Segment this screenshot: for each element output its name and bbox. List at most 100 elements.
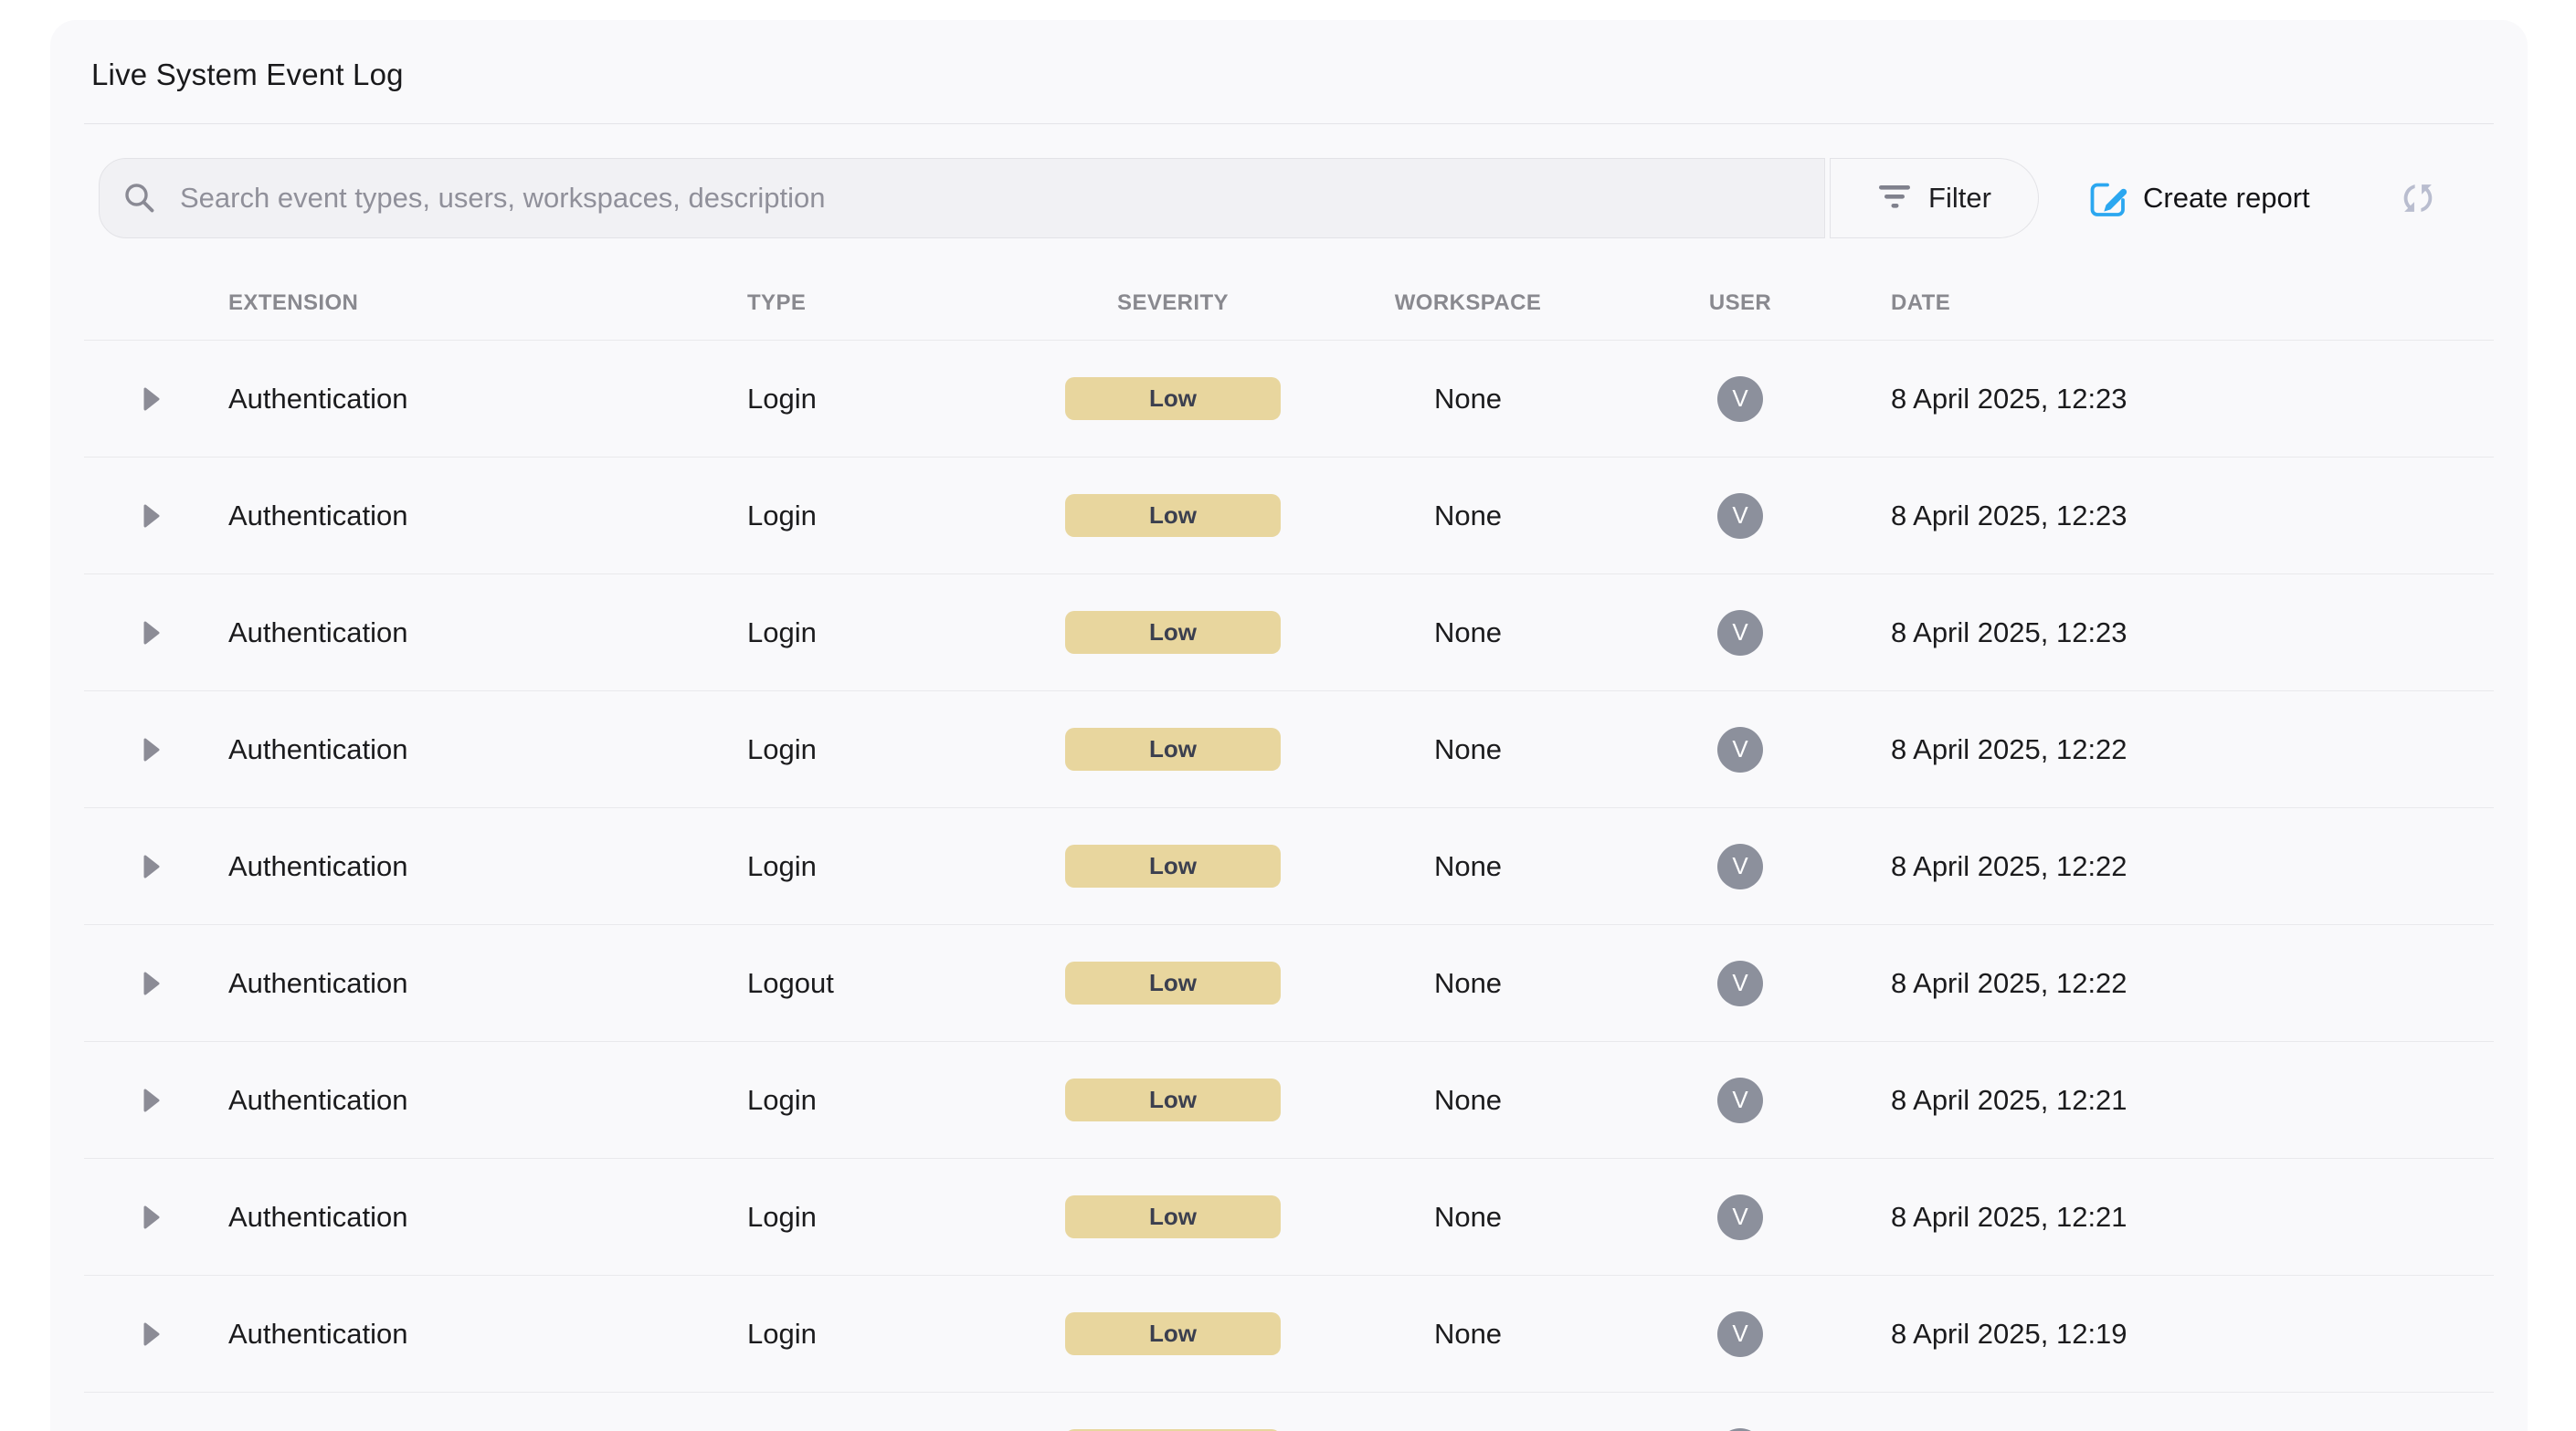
table-row[interactable]: Authentication Login Low None V 8 April … [84,573,2494,690]
cell-severity: Low [1065,611,1281,654]
table-row[interactable]: Authentication Login Low None V 8 April … [84,690,2494,807]
chevron-right-icon [142,502,162,530]
user-avatar[interactable]: V [1717,493,1763,539]
chevron-right-icon [142,736,162,763]
cell-workspace: None [1281,383,1655,416]
column-header-type: TYPE [747,290,1065,316]
user-avatar[interactable]: V [1717,727,1763,773]
cell-workspace: None [1281,1084,1655,1117]
cell-extension: Authentication [228,967,747,1000]
severity-badge: Low [1065,611,1281,654]
toolbar: Filter Create report [99,158,2479,238]
filter-button[interactable]: Filter [1830,158,2039,238]
user-avatar[interactable]: V [1717,610,1763,656]
column-header-user: USER [1655,290,1825,316]
refresh-button[interactable] [2397,177,2439,219]
expand-row-button[interactable] [142,1321,164,1348]
severity-badge: Low [1065,1195,1281,1238]
cell-extension: Authentication [228,850,747,883]
search-box [99,158,1825,238]
cell-type: Login [747,1318,1065,1351]
cell-expander [84,970,228,997]
expand-row-button[interactable] [142,970,164,997]
cell-extension: Authentication [228,383,747,416]
expand-row-button[interactable] [142,1204,164,1231]
cell-type: Login [747,850,1065,883]
cell-severity: Low [1065,962,1281,1005]
cell-user: V [1655,1311,1825,1357]
cell-severity: Low [1065,494,1281,537]
refresh-sync-icon [2397,177,2439,219]
cell-type: Login [747,500,1065,532]
cell-expander [84,1204,228,1231]
search-icon [121,180,158,216]
cell-expander [84,385,228,413]
table-row[interactable]: Authentication Login Low None V 8 April … [84,1275,2494,1392]
user-avatar[interactable]: V [1717,1078,1763,1123]
user-avatar[interactable]: V [1717,376,1763,422]
user-avatar[interactable]: V [1717,1194,1763,1240]
cell-user: V [1655,727,1825,773]
cell-user [1655,1428,1825,1431]
cell-user: V [1655,844,1825,889]
cell-workspace: None [1281,1201,1655,1234]
column-header-extension: EXTENSION [228,290,747,316]
search-input[interactable] [180,182,1806,215]
table-body: Authentication Login Low None V 8 April … [84,340,2494,1431]
user-avatar[interactable]: V [1717,1311,1763,1357]
expand-row-button[interactable] [142,385,164,413]
create-report-button[interactable]: Create report [2086,177,2310,219]
cell-extension: Authentication [228,616,747,649]
expand-row-button[interactable] [142,502,164,530]
cell-date: 8 April 2025, 12:21 [1825,1201,2494,1234]
expand-row-button[interactable] [142,853,164,880]
cell-user: V [1655,610,1825,656]
table-row[interactable]: Authentication Login Low None V 8 April … [84,1041,2494,1158]
cell-date: 8 April 2025, 12:22 [1825,850,2494,883]
severity-badge: Low [1065,1312,1281,1355]
user-avatar[interactable]: V [1717,844,1763,889]
filter-bars-icon [1877,183,1912,214]
user-avatar[interactable] [1717,1428,1763,1431]
edit-pencil-square-icon [2086,177,2128,219]
severity-badge: Low [1065,377,1281,420]
cell-extension: Authentication [228,1318,747,1351]
chevron-right-icon [142,853,162,880]
cell-date: 8 April 2025, 12:21 [1825,1084,2494,1117]
table-row[interactable]: Authentication Login Low None V 8 April … [84,807,2494,924]
table-row[interactable]: Authentication Logout Low None V 8 April… [84,924,2494,1041]
cell-type: Login [747,616,1065,649]
cell-workspace: None [1281,1318,1655,1351]
column-header-date: DATE [1825,290,2494,316]
cell-workspace: None [1281,616,1655,649]
severity-badge: Low [1065,728,1281,771]
expand-row-button[interactable] [142,1087,164,1114]
cell-severity: Low [1065,1195,1281,1238]
cell-type: Logout [747,967,1065,1000]
cell-date: 8 April 2025, 12:22 [1825,733,2494,766]
cell-expander [84,1321,228,1348]
cell-workspace: None [1281,967,1655,1000]
cell-expander [84,502,228,530]
user-avatar[interactable]: V [1717,961,1763,1006]
search-filter-group: Filter [99,158,2039,238]
cell-expander [84,736,228,763]
table-row[interactable]: Low [84,1392,2494,1431]
page-title: Live System Event Log [91,57,2528,93]
cell-type: Login [747,1201,1065,1234]
cell-type: Login [747,733,1065,766]
expand-row-button[interactable] [142,736,164,763]
cell-workspace: None [1281,733,1655,766]
table-row[interactable]: Authentication Login Low None V 8 April … [84,340,2494,457]
cell-workspace: None [1281,850,1655,883]
cell-user: V [1655,1194,1825,1240]
table-row[interactable]: Authentication Login Low None V 8 April … [84,1158,2494,1275]
table-row[interactable]: Authentication Login Low None V 8 April … [84,457,2494,573]
severity-badge: Low [1065,845,1281,888]
cell-date: 8 April 2025, 12:23 [1825,500,2494,532]
expand-row-button[interactable] [142,619,164,647]
cell-severity: Low [1065,1079,1281,1121]
cell-expander [84,853,228,880]
cell-user: V [1655,376,1825,422]
cell-severity: Low [1065,845,1281,888]
